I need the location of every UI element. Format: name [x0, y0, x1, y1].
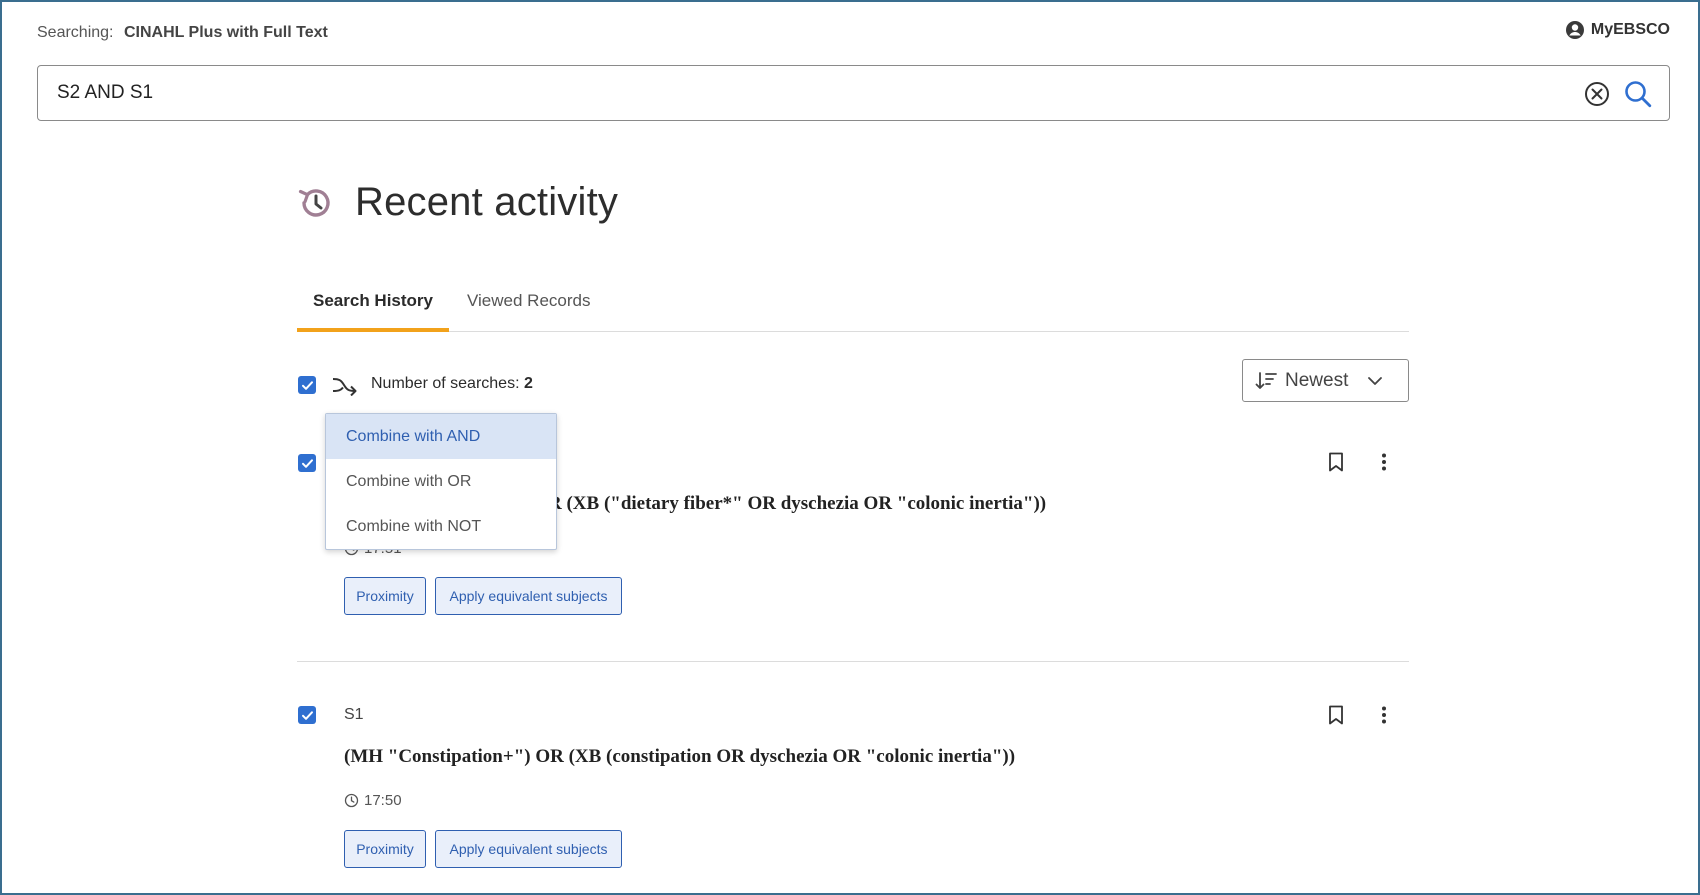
more-vertical-icon[interactable]	[1373, 451, 1395, 473]
history-item-query[interactable]: R (XB ("dietary fiber*" OR dyschezia OR …	[548, 493, 1046, 515]
number-of-searches: Number of searches: 2	[371, 375, 533, 393]
tab-search-history[interactable]: Search History	[297, 282, 449, 332]
combine-with-or-option[interactable]: Combine with OR	[326, 459, 556, 504]
user-circle-icon	[1565, 21, 1584, 39]
history-item-query[interactable]: (MH "Constipation+") OR (XB (constipatio…	[344, 746, 1015, 768]
history-item-time: 17:50	[344, 792, 402, 809]
select-all-checkbox[interactable]	[298, 376, 316, 394]
history-item-checkbox[interactable]	[298, 706, 316, 724]
history-item-checkbox[interactable]	[298, 454, 316, 472]
number-of-searches-label: Number of searches:	[371, 375, 520, 392]
search-input[interactable]	[57, 73, 1507, 113]
activity-tabs: Search History Viewed Records	[297, 282, 1409, 332]
combine-with-and-option[interactable]: Combine with AND	[326, 414, 556, 459]
bookmark-icon[interactable]	[1325, 704, 1347, 726]
sort-icon	[1255, 371, 1277, 389]
searching-label: Searching:	[37, 24, 114, 41]
combine-with-not-option[interactable]: Combine with NOT	[326, 504, 556, 549]
history-item-id: S1	[344, 706, 364, 723]
search-bar	[37, 65, 1670, 121]
close-circle-icon[interactable]	[1583, 80, 1611, 108]
sort-dropdown[interactable]: Newest	[1242, 359, 1409, 402]
combine-menu: Combine with AND Combine with OR Combine…	[325, 413, 557, 550]
clock-icon	[344, 793, 359, 808]
combine-arrow-icon[interactable]	[332, 374, 358, 396]
more-vertical-icon[interactable]	[1373, 704, 1395, 726]
myebsco-link[interactable]: MyEBSCO	[1565, 20, 1670, 40]
history-icon	[298, 188, 330, 217]
search-icon[interactable]	[1623, 79, 1653, 109]
proximity-button[interactable]: Proximity	[344, 577, 426, 615]
myebsco-label: MyEBSCO	[1590, 21, 1670, 38]
divider	[297, 661, 1409, 662]
history-item-time-value: 17:50	[364, 792, 402, 809]
searching-database: Searching: CINAHL Plus with Full Text	[37, 24, 328, 42]
apply-equivalent-subjects-button[interactable]: Apply equivalent subjects	[435, 577, 622, 615]
database-name: CINAHL Plus with Full Text	[123, 24, 328, 41]
checkmark-icon	[301, 380, 313, 390]
sort-label: Newest	[1285, 369, 1349, 391]
checkmark-icon	[301, 710, 313, 720]
recent-activity-header: Recent activity	[295, 180, 618, 225]
chevron-down-icon	[1368, 376, 1383, 385]
checkmark-icon	[301, 458, 313, 468]
apply-equivalent-subjects-button[interactable]: Apply equivalent subjects	[435, 830, 622, 868]
bookmark-icon[interactable]	[1325, 451, 1347, 473]
tab-viewed-records[interactable]: Viewed Records	[467, 282, 590, 332]
proximity-button[interactable]: Proximity	[344, 830, 426, 868]
page-title: Recent activity	[355, 180, 619, 224]
number-of-searches-value: 2	[523, 375, 533, 392]
